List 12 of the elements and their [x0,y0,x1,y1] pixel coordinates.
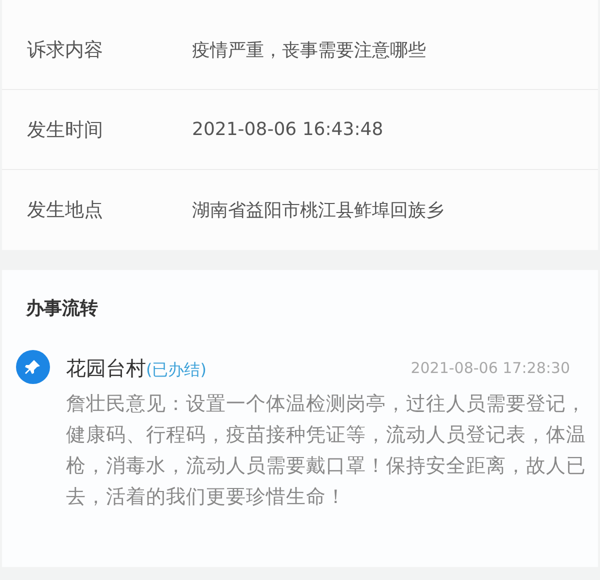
field-label: 诉求内容 [27,38,104,62]
status-label: (已办结) [146,360,206,378]
pin-icon [16,350,50,384]
village-name: 花园台村 [66,356,146,380]
field-value: 2021-08-06 16:43:48 [192,119,384,140]
timestamp: 2021-08-06 17:28:30 [410,359,570,377]
field-label: 发生时间 [27,118,104,142]
section-title: 办事流转 [24,297,99,321]
field-label: 发生地点 [27,198,104,223]
field-value: 疫情严重，丧事需要注意哪些 [192,38,426,62]
opinion-text: 詹壮民意见：设置一个体温检测岗亭，过往人员需要登记，健康码、行程码，疫苗接种凭证等，流动人员登记表，体温枪，消毒水，流动人员需要戴口罩！保持安全距离，故人已去，活着的我们更要珍惜生命！ [66,391,586,510]
field-value: 湖南省益阳市桃江县鲊埠回族乡 [192,199,444,222]
